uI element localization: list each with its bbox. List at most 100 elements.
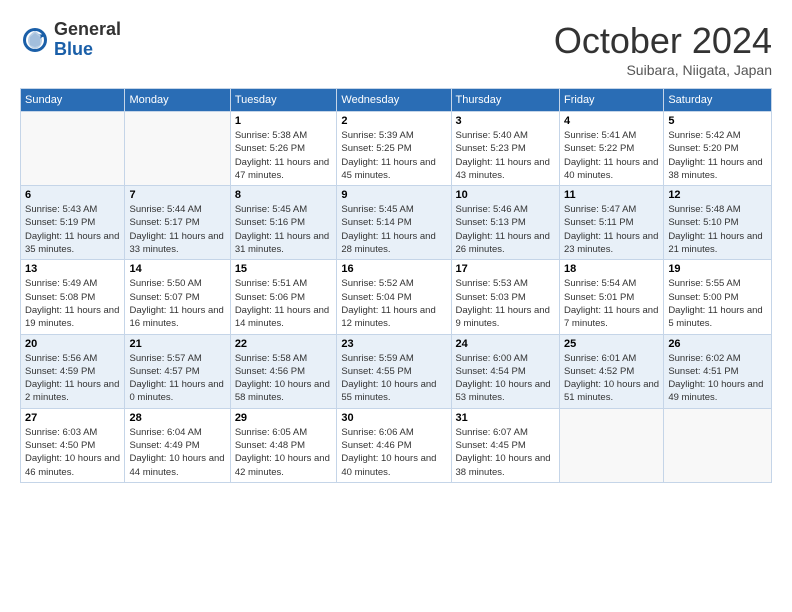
calendar-cell: 14Sunrise: 5:50 AMSunset: 5:07 PMDayligh… [125,260,230,334]
day-info: Sunrise: 6:04 AMSunset: 4:49 PMDaylight:… [129,426,225,479]
logo-general: General [54,20,121,40]
weekday-header-tuesday: Tuesday [230,89,337,112]
location: Suibara, Niigata, Japan [554,62,772,78]
calendar-cell: 6 Sunrise: 5:43 AMSunset: 5:19 PMDaylight… [21,186,125,260]
calendar-cell [21,112,125,186]
calendar-cell: 29Sunrise: 6:05 AMSunset: 4:48 PMDayligh… [230,408,337,482]
calendar-cell: 13 Sunrise: 5:49 AMSunset: 5:08 PMDayligh… [21,260,125,334]
day-number: 4 [564,115,659,127]
day-info: Sunrise: 5:52 AMSunset: 5:04 PMDaylight:… [341,277,446,330]
day-number: 19 [668,263,767,275]
logo: General Blue [20,20,121,60]
day-number: 5 [668,115,767,127]
calendar-cell: 25 Sunrise: 6:01 AMSunset: 4:52 PMDayligh… [560,334,664,408]
day-number: 24 [456,338,555,350]
day-info: Sunrise: 5:38 AMSunset: 5:26 PMDaylight:… [235,129,333,182]
day-info: Sunrise: 6:03 AMSunset: 4:50 PMDaylight:… [25,426,120,479]
weekday-header-thursday: Thursday [451,89,559,112]
calendar-cell: 21Sunrise: 5:57 AMSunset: 4:57 PMDayligh… [125,334,230,408]
month-title: October 2024 [554,20,772,62]
day-info: Sunrise: 5:58 AMSunset: 4:56 PMDaylight:… [235,352,333,405]
day-number: 18 [564,263,659,275]
day-number: 8 [235,189,333,201]
calendar-week-row: 13 Sunrise: 5:49 AMSunset: 5:08 PMDayligh… [21,260,772,334]
day-number: 16 [341,263,446,275]
calendar-cell: 28 Sunrise: 6:04 AMSunset: 4:49 PMDayligh… [125,408,230,482]
day-info: Sunrise: 5:43 AMSunset: 5:19 PMDaylight:… [25,203,120,256]
weekday-header-friday: Friday [560,89,664,112]
day-number: 17 [456,263,555,275]
calendar-week-row: 27 Sunrise: 6:03 AMSunset: 4:50 PMDayligh… [21,408,772,482]
day-info: Sunrise: 5:45 AMSunset: 5:16 PMDaylight:… [235,203,333,256]
day-number: 25 [564,338,659,350]
calendar-week-row: 20Sunrise: 5:56 AMSunset: 4:59 PMDayligh… [21,334,772,408]
weekday-header-sunday: Sunday [21,89,125,112]
calendar-cell: 5Sunrise: 5:42 AMSunset: 5:20 PMDaylight… [664,112,772,186]
day-info: Sunrise: 6:07 AMSunset: 4:45 PMDaylight:… [456,426,555,479]
calendar-cell: 9Sunrise: 5:45 AMSunset: 5:14 PMDaylight… [337,186,451,260]
day-info: Sunrise: 5:49 AMSunset: 5:08 PMDaylight:… [25,277,120,330]
logo-icon [20,25,50,55]
day-number: 21 [129,338,225,350]
calendar-cell [560,408,664,482]
day-info: Sunrise: 5:39 AMSunset: 5:25 PMDaylight:… [341,129,446,182]
day-info: Sunrise: 5:53 AMSunset: 5:03 PMDaylight:… [456,277,555,330]
calendar-cell: 3Sunrise: 5:40 AMSunset: 5:23 PMDaylight… [451,112,559,186]
day-info: Sunrise: 5:46 AMSunset: 5:13 PMDaylight:… [456,203,555,256]
day-number: 14 [129,263,225,275]
day-number: 3 [456,115,555,127]
page-header: General Blue October 2024 Suibara, Niiga… [20,20,772,78]
calendar-cell: 20Sunrise: 5:56 AMSunset: 4:59 PMDayligh… [21,334,125,408]
title-block: October 2024 Suibara, Niigata, Japan [554,20,772,78]
logo-blue: Blue [54,40,121,60]
calendar-cell: 26Sunrise: 6:02 AMSunset: 4:51 PMDayligh… [664,334,772,408]
day-info: Sunrise: 6:02 AMSunset: 4:51 PMDaylight:… [668,352,767,405]
calendar-cell: 22 Sunrise: 5:58 AMSunset: 4:56 PMDayligh… [230,334,337,408]
day-info: Sunrise: 5:41 AMSunset: 5:22 PMDaylight:… [564,129,659,182]
calendar-cell: 7Sunrise: 5:44 AMSunset: 5:17 PMDaylight… [125,186,230,260]
day-number: 6 [25,189,120,201]
day-number: 20 [25,338,120,350]
calendar-week-row: 6 Sunrise: 5:43 AMSunset: 5:19 PMDaylight… [21,186,772,260]
day-number: 23 [341,338,446,350]
calendar-cell: 11 Sunrise: 5:47 AMSunset: 5:11 PMDayligh… [560,186,664,260]
day-number: 9 [341,189,446,201]
calendar-cell: 17 Sunrise: 5:53 AMSunset: 5:03 PMDayligh… [451,260,559,334]
calendar-cell: 18Sunrise: 5:54 AMSunset: 5:01 PMDayligh… [560,260,664,334]
day-number: 13 [25,263,120,275]
day-info: Sunrise: 5:51 AMSunset: 5:06 PMDaylight:… [235,277,333,330]
calendar-cell [664,408,772,482]
day-number: 30 [341,412,446,424]
weekday-header-row: SundayMondayTuesdayWednesdayThursdayFrid… [21,89,772,112]
day-info: Sunrise: 5:47 AMSunset: 5:11 PMDaylight:… [564,203,659,256]
calendar-cell [125,112,230,186]
weekday-header-saturday: Saturday [664,89,772,112]
day-number: 11 [564,189,659,201]
calendar-cell: 15Sunrise: 5:51 AMSunset: 5:06 PMDayligh… [230,260,337,334]
day-info: Sunrise: 6:05 AMSunset: 4:48 PMDaylight:… [235,426,333,479]
calendar-table: SundayMondayTuesdayWednesdayThursdayFrid… [20,88,772,483]
calendar-cell: 24Sunrise: 6:00 AMSunset: 4:54 PMDayligh… [451,334,559,408]
day-number: 7 [129,189,225,201]
day-info: Sunrise: 5:59 AMSunset: 4:55 PMDaylight:… [341,352,446,405]
calendar-cell: 23 Sunrise: 5:59 AMSunset: 4:55 PMDayligh… [337,334,451,408]
day-info: Sunrise: 5:55 AMSunset: 5:00 PMDaylight:… [668,277,767,330]
day-number: 12 [668,189,767,201]
day-number: 27 [25,412,120,424]
calendar-cell: 1Sunrise: 5:38 AMSunset: 5:26 PMDaylight… [230,112,337,186]
weekday-header-wednesday: Wednesday [337,89,451,112]
calendar-cell: 4 Sunrise: 5:41 AMSunset: 5:22 PMDaylight… [560,112,664,186]
weekday-header-monday: Monday [125,89,230,112]
calendar-cell: 19 Sunrise: 5:55 AMSunset: 5:00 PMDayligh… [664,260,772,334]
day-number: 10 [456,189,555,201]
calendar-cell: 10 Sunrise: 5:46 AMSunset: 5:13 PMDayligh… [451,186,559,260]
calendar-cell: 30Sunrise: 6:06 AMSunset: 4:46 PMDayligh… [337,408,451,482]
calendar-cell: 2 Sunrise: 5:39 AMSunset: 5:25 PMDaylight… [337,112,451,186]
day-info: Sunrise: 6:01 AMSunset: 4:52 PMDaylight:… [564,352,659,405]
day-info: Sunrise: 5:48 AMSunset: 5:10 PMDaylight:… [668,203,767,256]
day-number: 22 [235,338,333,350]
day-number: 28 [129,412,225,424]
day-number: 2 [341,115,446,127]
calendar-week-row: 1Sunrise: 5:38 AMSunset: 5:26 PMDaylight… [21,112,772,186]
calendar-cell: 16 Sunrise: 5:52 AMSunset: 5:04 PMDayligh… [337,260,451,334]
